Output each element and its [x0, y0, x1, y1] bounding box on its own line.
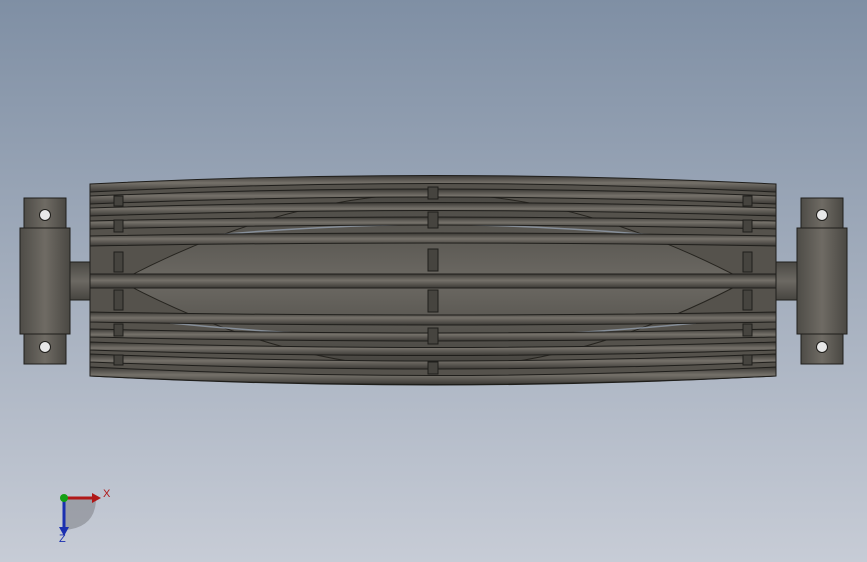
y-axis-dot	[60, 494, 68, 502]
ring-clip	[113, 323, 124, 337]
orientation-triad[interactable]: X Z	[59, 488, 111, 545]
left-bearing-block	[19, 197, 71, 365]
ring-clip	[742, 219, 753, 233]
ring-clip	[427, 327, 439, 345]
ring-clip	[427, 186, 439, 200]
bolt-hole	[39, 341, 51, 353]
ring-clip	[427, 211, 439, 229]
slats	[89, 175, 777, 385]
ring-clip	[742, 323, 753, 337]
ring-clip	[113, 195, 124, 207]
ring-clip	[113, 219, 124, 233]
z-axis-label: Z	[59, 533, 66, 545]
x-axis-arrow	[92, 493, 101, 503]
bolt-hole	[816, 341, 828, 353]
x-axis-label: X	[103, 488, 111, 500]
ring-clip	[427, 361, 439, 375]
ring-clip	[742, 251, 753, 273]
ring-clip	[742, 289, 753, 311]
slat	[89, 273, 777, 289]
bolt-hole	[816, 209, 828, 221]
ring-clip	[742, 195, 753, 207]
cad-viewport[interactable]: X Z	[0, 0, 867, 562]
ring-clip	[427, 289, 439, 313]
ring-clip	[113, 289, 124, 311]
bolt-hole	[39, 209, 51, 221]
drum-roller-model[interactable]	[19, 175, 848, 386]
right-bearing-block	[796, 197, 848, 365]
ring-clip	[742, 354, 753, 366]
ring-clip	[113, 251, 124, 273]
ring-clip	[427, 248, 439, 272]
ring-clip	[113, 354, 124, 366]
triad-shadow	[64, 498, 96, 530]
